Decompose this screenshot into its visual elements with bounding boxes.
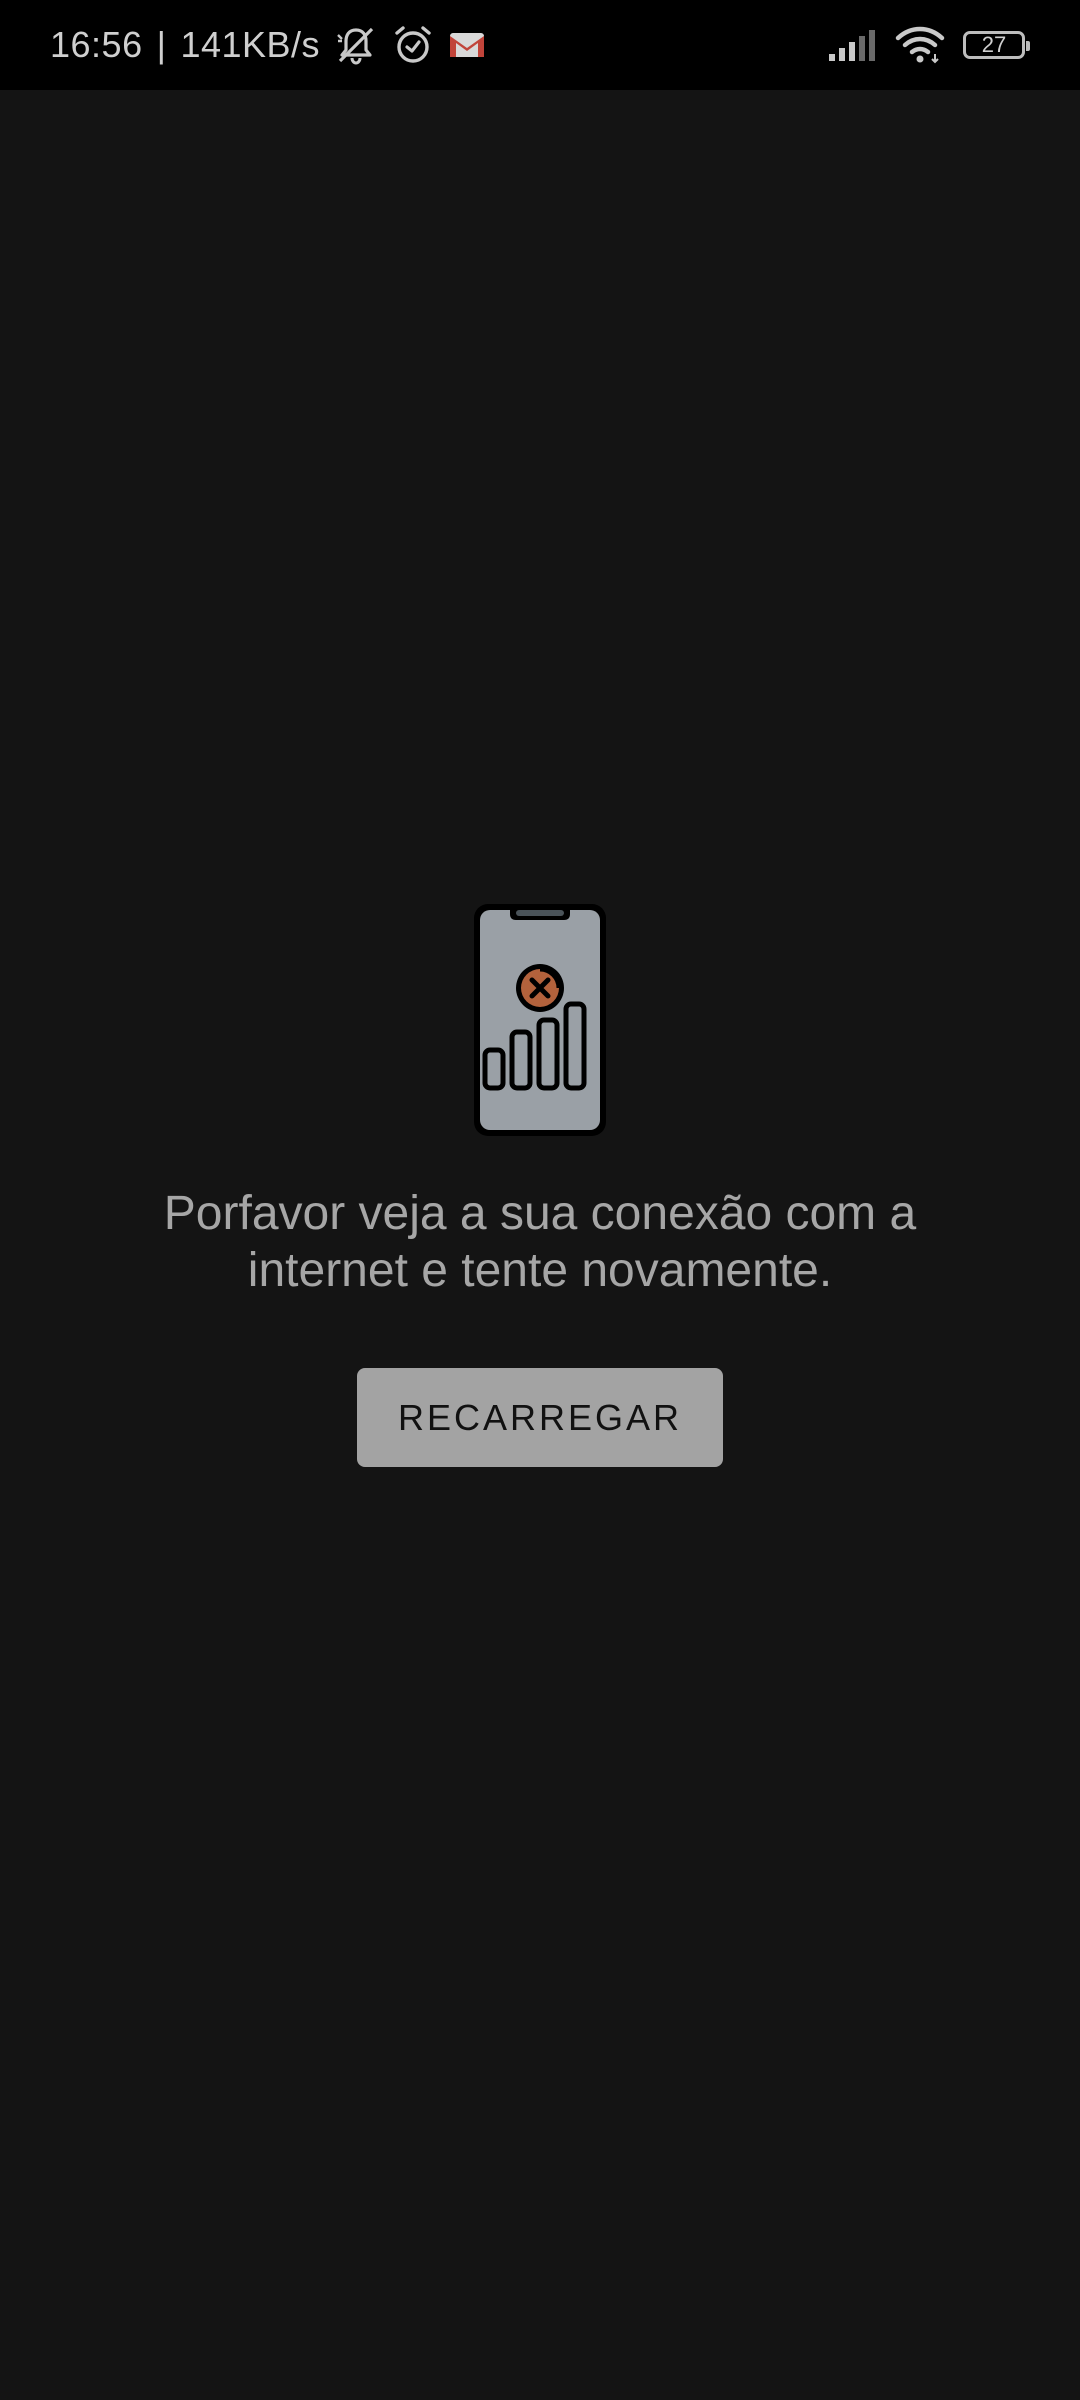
signal-icon [827, 28, 877, 62]
battery-level: 27 [981, 32, 1007, 57]
wifi-icon [895, 26, 945, 64]
status-right: 27 [827, 0, 1030, 90]
gmail-icon [448, 30, 486, 60]
phone-no-signal-icon [470, 900, 610, 1140]
battery-icon: 27 [963, 31, 1030, 59]
alarm-icon [392, 24, 434, 66]
reload-button[interactable]: RECARREGAR [357, 1368, 723, 1467]
status-separator: | [156, 24, 167, 65]
status-time: 16:56 [50, 24, 143, 65]
muted-bell-icon [334, 23, 378, 67]
network-speed: 141KB/s [180, 24, 321, 65]
connection-error-message: Porfavor veja a sua conexão com a intern… [163, 1187, 917, 1297]
app-screen: 16:56 | 141KB/s 27 Porfavor veja a sua c… [0, 0, 1080, 2400]
status-bar: 16:56 | 141KB/s 27 [0, 0, 1080, 90]
status-left: 16:56 | 141KB/s [50, 0, 486, 90]
